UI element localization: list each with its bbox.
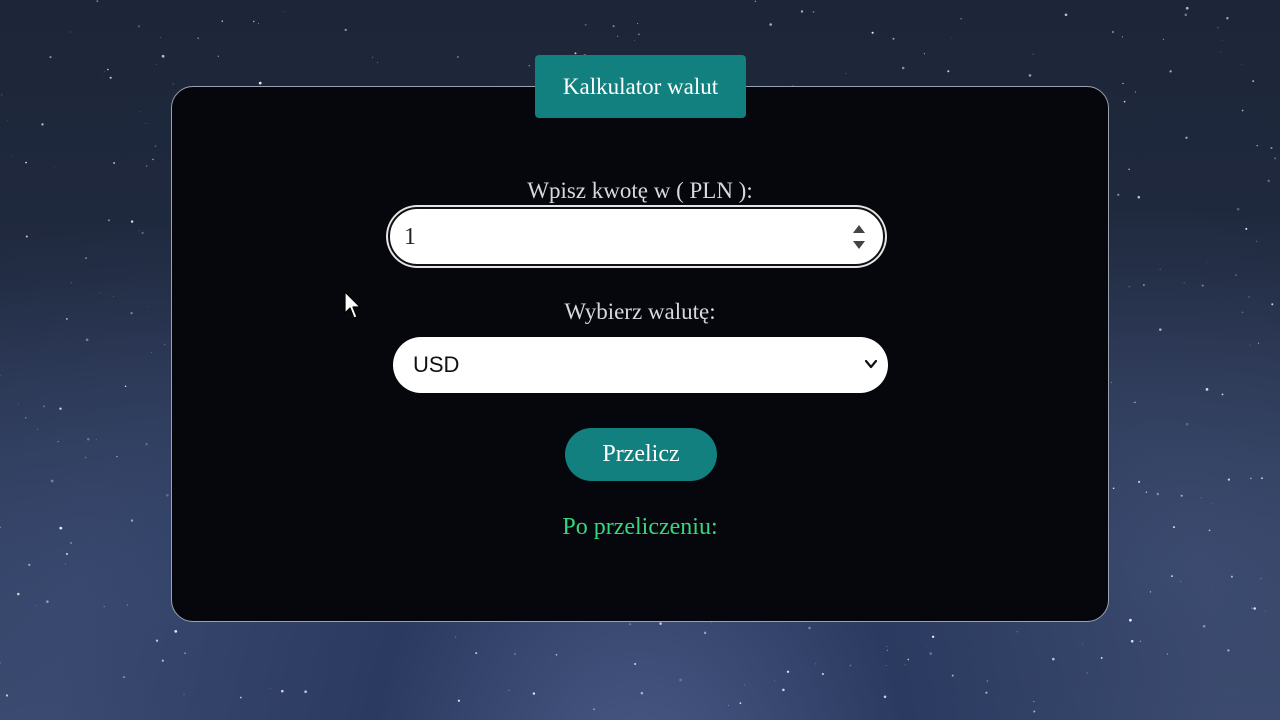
page-title: Kalkulator walut [535, 55, 746, 118]
amount-label: Wpisz kwotę w ( PLN ): [527, 178, 753, 203]
currency-selected-value: USD [413, 352, 460, 377]
amount-field[interactable] [388, 207, 885, 266]
amount-input[interactable] [402, 219, 836, 255]
result-text: Po przeliczeniu: [562, 514, 718, 540]
spin-down-icon[interactable] [853, 241, 865, 249]
chevron-down-icon [864, 359, 878, 369]
convert-button[interactable]: Przelicz [565, 428, 717, 481]
mouse-cursor-icon [344, 291, 361, 319]
currency-select[interactable]: USD [393, 337, 888, 393]
currency-label: Wybierz walutę: [564, 299, 716, 324]
spin-up-icon[interactable] [853, 225, 865, 233]
number-spinner-icon[interactable] [853, 225, 865, 249]
